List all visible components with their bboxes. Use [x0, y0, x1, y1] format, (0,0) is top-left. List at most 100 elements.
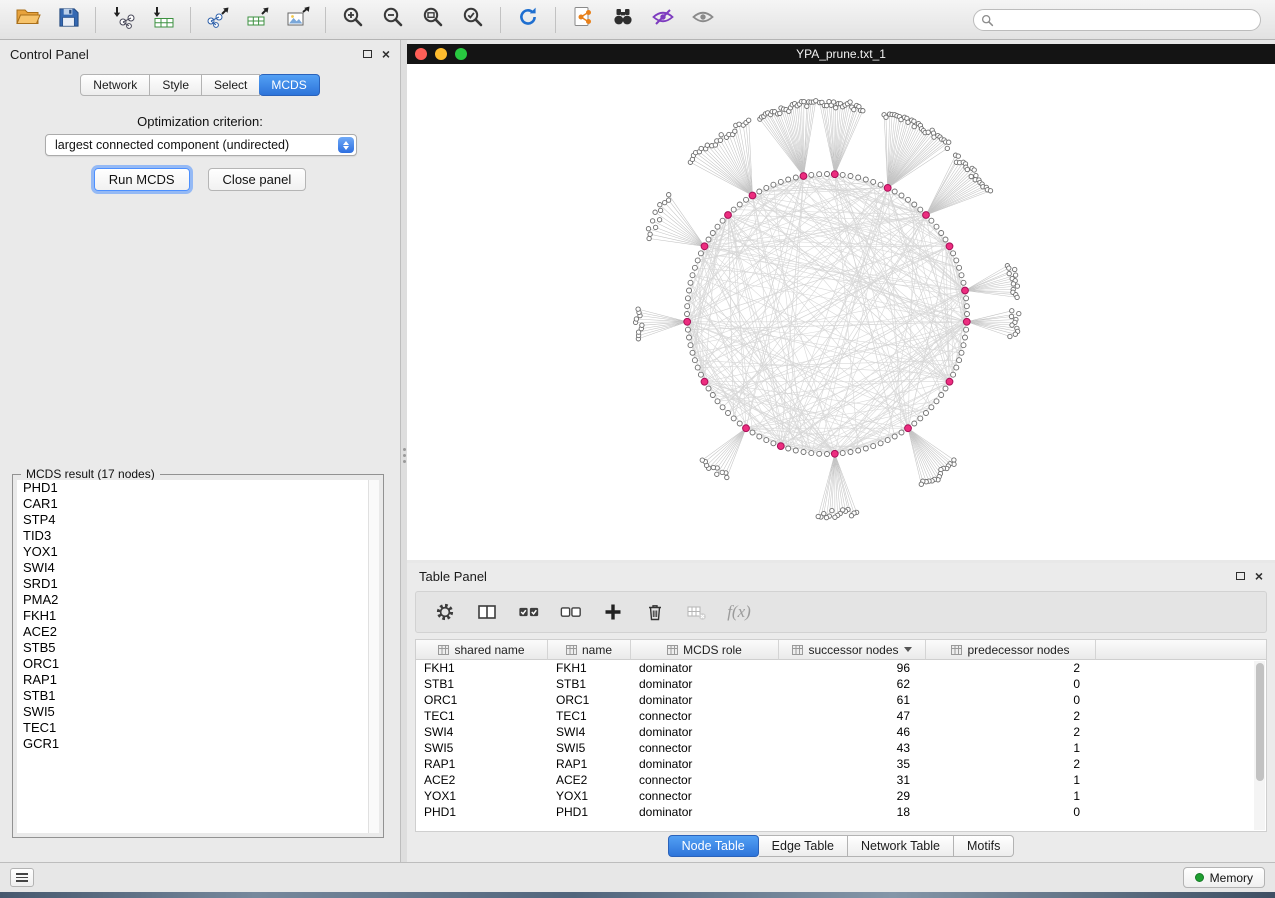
table-row[interactable]: ORC1ORC1dominator610: [416, 692, 1266, 708]
status-menu-button[interactable]: [10, 868, 34, 887]
zoom-out-button[interactable]: [373, 4, 413, 36]
zoom-fit-button[interactable]: [413, 4, 453, 36]
close-panel-icon[interactable]: ×: [382, 49, 390, 59]
table-cell: dominator: [631, 692, 779, 708]
tab-network-table[interactable]: Network Table: [848, 835, 954, 857]
mcds-result-item[interactable]: STB5: [17, 640, 379, 656]
mcds-result-item[interactable]: CAR1: [17, 496, 379, 512]
table-cell: 0: [926, 676, 1096, 692]
table-row[interactable]: SWI5SWI5connector431: [416, 740, 1266, 756]
tab-node-table[interactable]: Node Table: [668, 835, 759, 857]
memory-button[interactable]: Memory: [1183, 867, 1265, 888]
toolbar-separator: [325, 7, 326, 33]
tab-style[interactable]: Style: [150, 74, 202, 96]
table-scrollbar-thumb[interactable]: [1256, 663, 1264, 781]
mcds-result-item[interactable]: TEC1: [17, 720, 379, 736]
table-row[interactable]: SWI4SWI4dominator462: [416, 724, 1266, 740]
table-row[interactable]: PHD1PHD1dominator180: [416, 804, 1266, 820]
mcds-result-item[interactable]: ORC1: [17, 656, 379, 672]
save-icon: [57, 6, 80, 34]
close-panel-button[interactable]: Close panel: [208, 168, 307, 191]
mcds-result-item[interactable]: FKH1: [17, 608, 379, 624]
mcds-result-item[interactable]: PMA2: [17, 592, 379, 608]
criterion-dropdown[interactable]: largest connected component (undirected): [45, 134, 357, 156]
memory-status-icon: [1195, 873, 1204, 882]
mcds-result-item[interactable]: STP4: [17, 512, 379, 528]
import-table-button[interactable]: [143, 4, 183, 36]
trash-icon: [645, 602, 665, 622]
float-table-panel-icon[interactable]: [1236, 572, 1245, 580]
table-row[interactable]: FKH1FKH1dominator962: [416, 660, 1266, 676]
refresh-icon: [516, 5, 540, 34]
mcds-list-scrollbar[interactable]: [368, 480, 379, 833]
network-window-titlebar[interactable]: YPA_prune.txt_1: [407, 44, 1275, 64]
search-input[interactable]: [973, 9, 1261, 31]
column-header-shared-name[interactable]: shared name: [416, 640, 548, 660]
table-cell: 2: [926, 660, 1096, 676]
column-menu-icon: [792, 645, 803, 655]
column-header-mcds-role[interactable]: MCDS role: [631, 640, 779, 660]
tab-mcds[interactable]: MCDS: [259, 74, 319, 96]
mcds-result-item[interactable]: PHD1: [17, 480, 379, 496]
table-row[interactable]: RAP1RAP1dominator352: [416, 756, 1266, 772]
mcds-result-item[interactable]: SRD1: [17, 576, 379, 592]
mcds-result-item[interactable]: SWI5: [17, 704, 379, 720]
mcds-result-list[interactable]: PHD1CAR1STP4TID3YOX1SWI4SRD1PMA2FKH1ACE2…: [17, 480, 379, 833]
network-canvas[interactable]: [407, 64, 1275, 560]
float-panel-icon[interactable]: [363, 50, 372, 58]
open-session-button[interactable]: [8, 4, 48, 36]
mcds-result-item[interactable]: GCR1: [17, 736, 379, 752]
mcds-result-item[interactable]: YOX1: [17, 544, 379, 560]
hide-selected-button[interactable]: [643, 4, 683, 36]
column-header-predecessor-nodes[interactable]: predecessor nodes: [926, 640, 1096, 660]
mcds-result-item[interactable]: TID3: [17, 528, 379, 544]
delete-column-button[interactable]: [644, 601, 666, 623]
mcds-result-item[interactable]: SWI4: [17, 560, 379, 576]
mcds-result-item[interactable]: RAP1: [17, 672, 379, 688]
tab-edge-table[interactable]: Edge Table: [759, 835, 848, 857]
select-all-button[interactable]: [518, 601, 540, 623]
table-cell: 96: [779, 660, 926, 676]
table-row[interactable]: ACE2ACE2connector311: [416, 772, 1266, 788]
export-network-button[interactable]: [198, 4, 238, 36]
apply-function-button[interactable]: f(x): [728, 601, 750, 623]
export-table-button[interactable]: [238, 4, 278, 36]
zoom-selected-button[interactable]: [453, 4, 493, 36]
refresh-button[interactable]: [508, 4, 548, 36]
table-cell: ACE2: [416, 772, 548, 788]
column-header-successor-nodes[interactable]: successor nodes: [779, 640, 926, 660]
table-row[interactable]: TEC1TEC1connector472: [416, 708, 1266, 724]
export-image-button[interactable]: [278, 4, 318, 36]
table-row[interactable]: STB1STB1dominator620: [416, 676, 1266, 692]
table-row[interactable]: YOX1YOX1connector291: [416, 788, 1266, 804]
tab-motifs[interactable]: Motifs: [954, 835, 1014, 857]
deselect-all-button[interactable]: [560, 601, 582, 623]
panel-splitter[interactable]: [400, 40, 407, 862]
add-column-button[interactable]: [602, 601, 624, 623]
share-document-button[interactable]: [563, 4, 603, 36]
import-network-button[interactable]: [103, 4, 143, 36]
table-cell: 46: [779, 724, 926, 740]
run-mcds-button[interactable]: Run MCDS: [94, 168, 190, 191]
column-header-name[interactable]: name: [548, 640, 631, 660]
mcds-result-item[interactable]: STB1: [17, 688, 379, 704]
zoom-in-button[interactable]: [333, 4, 373, 36]
binoculars-button[interactable]: [603, 4, 643, 36]
show-all-button[interactable]: [683, 4, 723, 36]
tab-network[interactable]: Network: [80, 74, 150, 96]
table-settings-button[interactable]: [434, 601, 456, 623]
clear-values-icon: [686, 602, 708, 622]
table-cell: ACE2: [548, 772, 631, 788]
table-cell: 0: [926, 804, 1096, 820]
save-session-button[interactable]: [48, 4, 88, 36]
table-scrollbar[interactable]: [1254, 661, 1265, 830]
table-cell: FKH1: [548, 660, 631, 676]
mcds-result-item[interactable]: ACE2: [17, 624, 379, 640]
deselect-all-icon: [560, 602, 582, 622]
toolbar-separator: [95, 7, 96, 33]
table-cell: RAP1: [416, 756, 548, 772]
clear-values-button[interactable]: [686, 601, 708, 623]
tab-select[interactable]: Select: [202, 74, 260, 96]
close-table-panel-icon[interactable]: ×: [1255, 571, 1263, 581]
split-columns-button[interactable]: [476, 601, 498, 623]
